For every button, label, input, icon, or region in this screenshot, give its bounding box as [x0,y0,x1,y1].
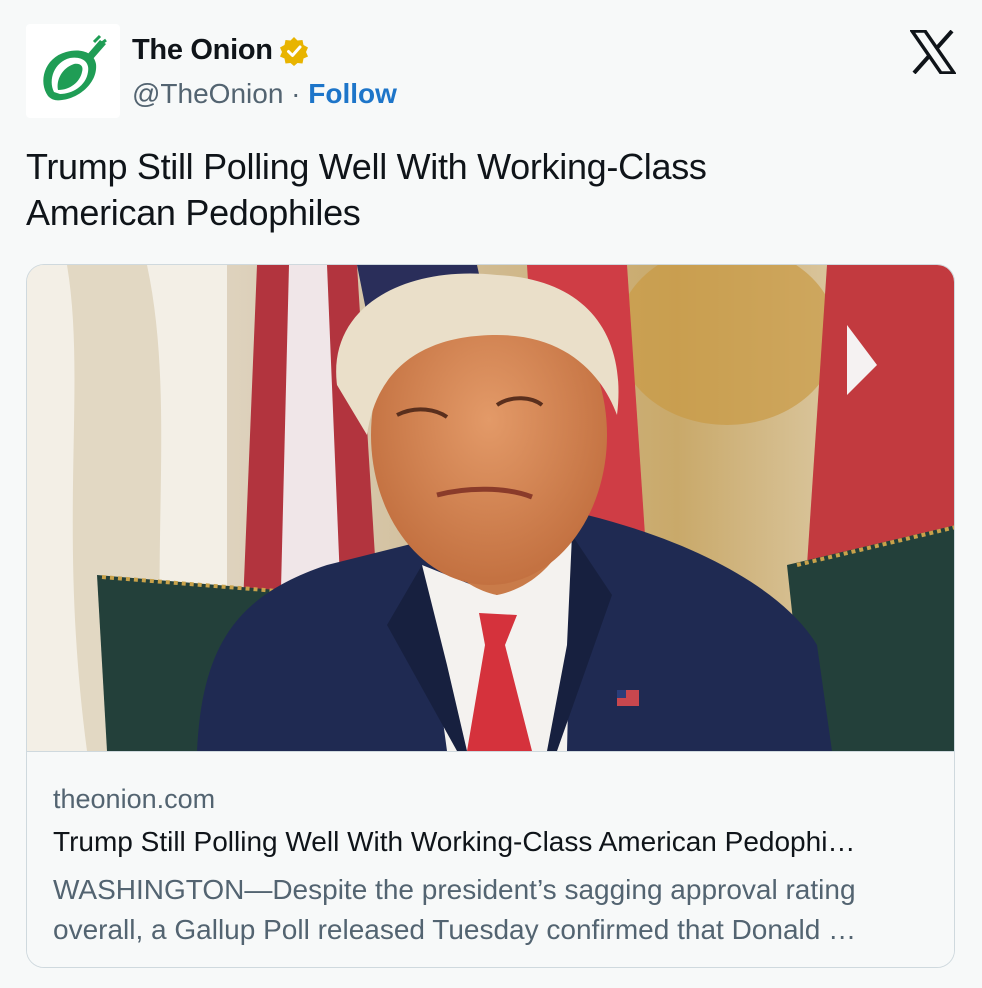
link-title[interactable]: Trump Still Polling Well With Working-Cl… [53,826,933,858]
handle-row: @TheOnion · Follow [132,78,397,110]
link-domain: theonion.com [53,784,216,814]
article-photo[interactable] [27,265,955,751]
separator-dot: · [291,78,309,109]
account-name[interactable]: The Onion [132,34,273,67]
follow-button[interactable]: Follow [308,78,397,109]
tweet-text-line: American Pedophiles [26,192,361,233]
onion-logo-icon [43,34,107,101]
account-handle[interactable]: @TheOnion [132,78,283,109]
verified-badge-icon [279,36,308,66]
embedded-tweet-card: The Onion @TheOnion · Follow Trump Still… [0,0,982,988]
link-description-line: overall, a Gallup Poll released Tuesday … [53,914,857,945]
tweet-text-line: Trump Still Polling Well With Working-Cl… [26,146,707,187]
link-card-meta: theonion.com Trump Still Polling Well Wi… [27,751,954,967]
tweet-text: Trump Still Polling Well With Working-Cl… [26,144,926,236]
link-preview-card[interactable]: theonion.com Trump Still Polling Well Wi… [26,264,955,968]
x-logo-icon[interactable] [910,30,956,74]
account-name-row: The Onion [132,34,309,67]
link-description: WASHINGTON—Despite the president’s saggi… [53,870,933,950]
link-description-line: WASHINGTON—Despite the president’s saggi… [53,874,856,905]
tweet-header: The Onion @TheOnion · Follow [26,24,956,120]
avatar[interactable] [26,24,120,118]
